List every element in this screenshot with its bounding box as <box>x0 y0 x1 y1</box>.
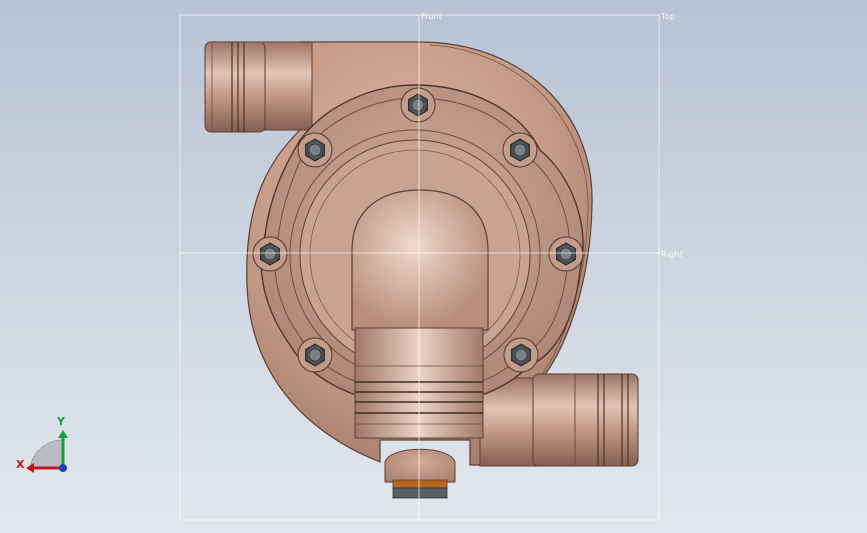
hex-bolt <box>297 337 333 373</box>
drain-boss <box>384 448 456 499</box>
hex-bolt <box>297 132 333 168</box>
hex-bolt <box>503 337 539 373</box>
plane-label-top[interactable]: Top <box>661 12 675 21</box>
plane-label-front[interactable]: Front <box>421 12 442 21</box>
pump-model-view[interactable] <box>0 0 867 533</box>
triad-y-label: Y <box>57 415 65 428</box>
triad-x-label: X <box>16 458 25 471</box>
inlet-pipe <box>479 373 639 467</box>
hex-bolt <box>400 87 436 123</box>
hex-bolt <box>252 236 288 272</box>
hex-bolt <box>548 236 584 272</box>
graphics-viewport[interactable]: Front Top Right Y X <box>0 0 867 533</box>
outlet-pipe <box>204 41 313 133</box>
coordinate-triad[interactable] <box>26 430 68 473</box>
hex-bolt <box>502 132 538 168</box>
inlet-elbow <box>351 189 489 439</box>
plane-label-right[interactable]: Right <box>661 250 683 259</box>
z-axis-dot <box>59 464 67 472</box>
triad-plane-icon <box>29 439 63 469</box>
